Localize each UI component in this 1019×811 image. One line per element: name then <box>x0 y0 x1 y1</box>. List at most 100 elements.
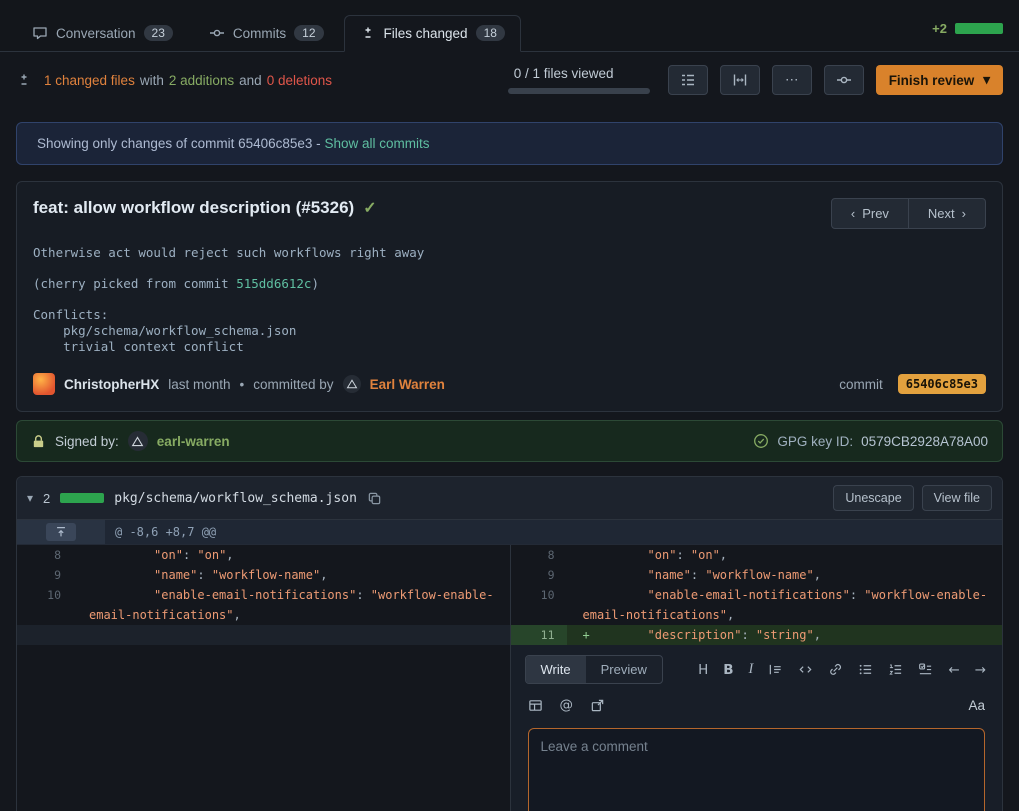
bold-icon[interactable]: B <box>723 662 733 678</box>
code-icon[interactable] <box>798 662 813 677</box>
next-commit-button[interactable]: Next › <box>909 198 986 229</box>
committer-avatar[interactable] <box>343 375 361 393</box>
editor-mode-tabs: Write Preview <box>525 655 663 684</box>
unordered-list-icon[interactable] <box>858 662 873 677</box>
expand-hunk-button[interactable] <box>46 523 76 541</box>
tab-count-badge: 18 <box>476 25 505 41</box>
chevron-left-icon: ‹ <box>851 206 855 221</box>
hunk-header-row: @ -8,6 +8,7 @@ <box>17 520 1002 545</box>
commit-time: last month <box>168 377 230 392</box>
ordered-list-icon[interactable] <box>888 662 903 677</box>
static-text: with <box>140 73 164 88</box>
line-number[interactable]: 10 <box>17 585 73 625</box>
task-list-icon[interactable] <box>918 662 933 677</box>
tab-files-changed[interactable]: Files changed 18 <box>344 15 521 52</box>
commit-title: feat: allow workflow description (#5326)… <box>33 198 377 218</box>
code-line: + "description": "string", <box>567 625 1003 645</box>
code-line: "name": "workflow-name", <box>73 565 510 585</box>
commit-message-line: Otherwise act would reject such workflow… <box>33 245 986 261</box>
commit-nav: ‹ Prev Next › <box>831 198 986 229</box>
finish-review-label: Finish review <box>889 73 975 88</box>
tab-label: Files changed <box>384 26 468 41</box>
file-tree-toggle-button[interactable] <box>668 65 708 95</box>
diff-split-view: 8 "on": "on",9 "name": "workflow-name",1… <box>17 545 1002 645</box>
heading-icon[interactable]: H <box>698 662 708 678</box>
code-line: "on": "on", <box>73 545 510 565</box>
diff-code-row: 8 "on": "on", <box>511 545 1003 565</box>
cherry-pick-hash-link[interactable]: 515dd6612c <box>236 276 311 291</box>
diff-file-header: ▾ 2 pkg/schema/workflow_schema.json Unes… <box>17 477 1002 520</box>
mention-icon[interactable]: @ <box>560 697 574 713</box>
committer-name-link[interactable]: Earl Warren <box>370 377 445 392</box>
line-number[interactable]: 10 <box>511 585 567 625</box>
code-line: "enable-email-notifications": "workflow-… <box>73 585 510 625</box>
split-columns-icon <box>732 72 748 88</box>
commit-message-line: trivial context conflict <box>33 339 986 355</box>
tab-conversation[interactable]: Conversation 23 <box>16 15 189 52</box>
write-tab[interactable]: Write <box>526 656 586 683</box>
hunk-gutter <box>17 520 105 544</box>
code-line <box>73 625 510 645</box>
line-number[interactable]: 11 <box>511 625 567 645</box>
link-icon[interactable] <box>828 662 843 677</box>
line-number[interactable]: 8 <box>17 545 73 565</box>
signed-by-label: Signed by: <box>55 434 119 449</box>
preview-tab[interactable]: Preview <box>586 656 662 683</box>
signer-avatar[interactable] <box>128 431 148 451</box>
diff-file-panel: ▾ 2 pkg/schema/workflow_schema.json Unes… <box>16 476 1003 811</box>
diff-bottom-row: Write Preview H B I <box>17 645 1002 811</box>
line-number[interactable]: 8 <box>511 545 567 565</box>
diff-code-row: 10 "enable-email-notifications": "workfl… <box>17 585 510 625</box>
gpg-key-value: 0579CB2928A78A00 <box>861 434 988 449</box>
signature-banner: Signed by: earl-warren GPG key ID: 0579C… <box>16 420 1003 462</box>
view-file-button[interactable]: View file <box>922 485 992 511</box>
diff-code-row: 10 "enable-email-notifications": "workfl… <box>511 585 1003 625</box>
copy-path-button[interactable] <box>367 491 382 506</box>
split-view-button[interactable] <box>720 65 760 95</box>
table-icon[interactable] <box>528 698 543 713</box>
unescape-button[interactable]: Unescape <box>833 485 913 511</box>
undo-icon[interactable]: ← <box>948 662 959 678</box>
static-text: committed by <box>253 377 333 392</box>
editor-toolbar-secondary: @ Aa <box>525 697 989 713</box>
diff-left-column: 8 "on": "on",9 "name": "workflow-name",1… <box>17 545 510 645</box>
files-viewed: 0 / 1 files viewed <box>508 66 650 94</box>
author-avatar[interactable] <box>33 373 55 395</box>
finish-review-button[interactable]: Finish review ▾ <box>876 65 1003 95</box>
tab-label: Commits <box>233 26 286 41</box>
files-viewed-progress <box>508 88 650 94</box>
signer-name-link[interactable]: earl-warren <box>157 434 230 449</box>
dot-separator: • <box>240 377 245 392</box>
file-header-actions: Unescape View file <box>833 485 992 511</box>
redo-icon[interactable]: → <box>975 662 986 678</box>
caret-down-icon: ▾ <box>983 72 990 88</box>
tab-count-badge: 23 <box>144 25 173 41</box>
chevron-down-icon[interactable]: ▾ <box>27 491 33 505</box>
diff-options-button[interactable]: ⋯ <box>772 65 812 95</box>
diffstat-summary: 1 changed files with 2 additions and 0 d… <box>44 73 332 88</box>
changed-files-link[interactable]: 1 changed files <box>44 73 135 88</box>
italic-icon[interactable]: I <box>749 661 754 678</box>
diff-code-row: 9 "name": "workflow-name", <box>17 565 510 585</box>
commit-head: feat: allow workflow description (#5326)… <box>17 182 1002 235</box>
tab-commits[interactable]: Commits 12 <box>193 15 340 52</box>
commit-sha-badge[interactable]: 65406c85e3 <box>898 374 986 394</box>
additions-text: 2 additions <box>169 73 234 88</box>
files-viewed-label: 0 / 1 files viewed <box>508 66 614 81</box>
show-all-commits-link[interactable]: Show all commits <box>324 136 429 151</box>
lock-icon <box>31 434 46 449</box>
quote-icon[interactable] <box>768 662 783 677</box>
commit-message-body: Otherwise act would reject such workflow… <box>17 235 1002 357</box>
commit-select-button[interactable] <box>824 65 864 95</box>
author-name-link[interactable]: ChristopherHX <box>64 377 159 392</box>
prev-commit-button[interactable]: ‹ Prev <box>831 198 909 229</box>
line-number[interactable]: 9 <box>511 565 567 585</box>
copy-icon <box>367 491 382 506</box>
additions-count: +2 <box>932 21 947 36</box>
reference-icon[interactable] <box>590 698 605 713</box>
comment-textarea[interactable] <box>528 728 986 811</box>
monospace-toggle[interactable]: Aa <box>968 698 985 713</box>
line-number[interactable]: 9 <box>17 565 73 585</box>
comment-bubble-icon <box>32 25 48 41</box>
file-stat-count: 2 <box>43 491 50 506</box>
